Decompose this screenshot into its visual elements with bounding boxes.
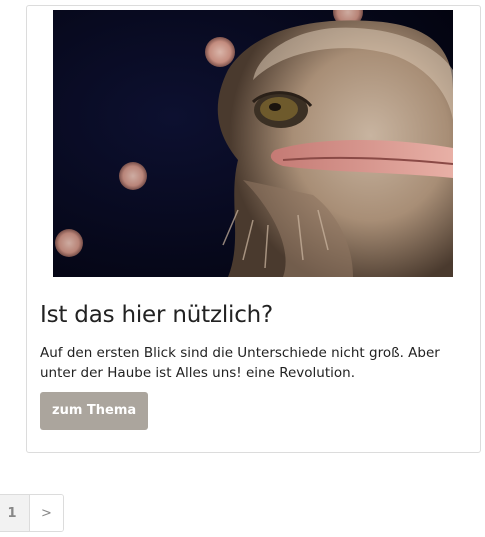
article-title: Ist das hier nützlich? [40,302,274,328]
pagination: 1 > [0,494,64,532]
article-text: Auf den ersten Blick sind die Unterschie… [40,345,440,381]
pagination-page-1[interactable]: 1 [0,495,29,531]
ostrich-photo-graphic [53,10,453,277]
article-card: Ist das hier nützlich? Auf den ersten Bl… [26,5,481,453]
pagination-next-button[interactable]: > [29,495,63,531]
ostrich-photo [53,10,453,277]
to-topic-button[interactable]: zum Thema [40,392,149,430]
